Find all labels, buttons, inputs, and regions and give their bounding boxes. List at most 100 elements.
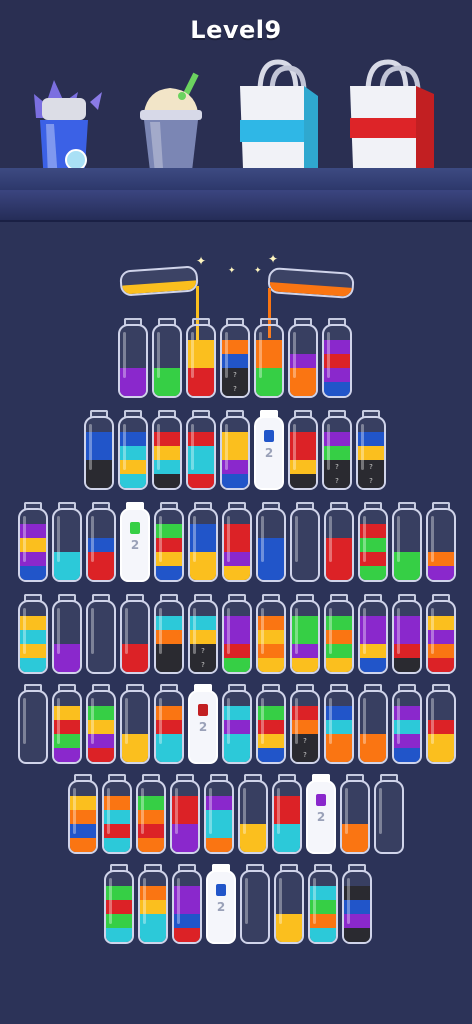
bottle[interactable]	[120, 684, 150, 764]
bottle[interactable]	[52, 594, 82, 674]
glass-shine	[157, 424, 160, 470]
liquid-layer	[20, 658, 46, 672]
bottle[interactable]	[104, 864, 134, 944]
bottle[interactable]	[170, 774, 200, 854]
bottle[interactable]	[324, 684, 354, 764]
bottle[interactable]: ??	[290, 684, 320, 764]
bottle[interactable]	[86, 502, 116, 582]
bottle[interactable]	[52, 684, 82, 764]
glass-shine	[261, 698, 264, 744]
bottle[interactable]	[18, 502, 48, 582]
locked-bottle[interactable]: 2	[120, 502, 150, 582]
liquid-layer	[174, 928, 200, 942]
glass-shine	[191, 332, 194, 378]
bottle[interactable]	[222, 684, 252, 764]
bottle[interactable]	[52, 502, 82, 582]
bottle[interactable]	[272, 774, 302, 854]
bottle[interactable]	[172, 864, 202, 944]
bottle[interactable]: ??	[188, 594, 218, 674]
glass-shine	[243, 788, 246, 834]
bottle[interactable]: ??	[322, 410, 352, 490]
bottle[interactable]	[152, 410, 182, 490]
bottle[interactable]	[86, 684, 116, 764]
bottle[interactable]	[240, 864, 270, 944]
liquid-layer	[154, 382, 180, 396]
bottle[interactable]	[152, 318, 182, 398]
bottle[interactable]	[288, 318, 318, 398]
bottle[interactable]	[358, 684, 388, 764]
bottle[interactable]	[324, 594, 354, 674]
bottle[interactable]	[256, 684, 286, 764]
bottle[interactable]	[138, 864, 168, 944]
bottle[interactable]: ??	[356, 410, 386, 490]
bottle[interactable]	[186, 410, 216, 490]
bottle[interactable]	[426, 684, 456, 764]
glass-shine	[293, 332, 296, 378]
bottle[interactable]	[18, 594, 48, 674]
bottle[interactable]	[290, 502, 320, 582]
glass-shine	[177, 878, 180, 924]
bottle[interactable]	[222, 502, 252, 582]
liquid-layer	[428, 566, 454, 580]
bottle[interactable]	[222, 594, 252, 674]
bottle[interactable]	[290, 594, 320, 674]
liquid-layer	[290, 474, 316, 488]
bottle[interactable]	[274, 864, 304, 944]
liquid-layer	[122, 658, 148, 672]
bottle[interactable]	[308, 864, 338, 944]
glass-shine	[225, 332, 228, 378]
bottle[interactable]	[84, 410, 114, 490]
bottle[interactable]	[154, 502, 184, 582]
bottle[interactable]	[340, 774, 370, 854]
bottle[interactable]	[238, 774, 268, 854]
locked-bottle[interactable]: 2	[206, 864, 236, 944]
bottle[interactable]	[86, 594, 116, 674]
mini-bottle-icon	[198, 704, 208, 716]
bottle[interactable]	[186, 318, 216, 398]
bottle[interactable]	[18, 684, 48, 764]
locked-bottle[interactable]: 2	[188, 684, 218, 764]
bottle[interactable]	[118, 410, 148, 490]
bottle[interactable]	[188, 502, 218, 582]
bottle[interactable]	[324, 502, 354, 582]
glass-shine	[295, 608, 298, 654]
bottle[interactable]	[68, 774, 98, 854]
bottle[interactable]	[102, 774, 132, 854]
bottle[interactable]	[136, 774, 166, 854]
glass-shine	[345, 788, 348, 834]
liquid-layer	[224, 566, 250, 580]
glass-shine	[57, 698, 60, 744]
liquid-layer	[224, 748, 250, 762]
bottle[interactable]	[256, 594, 286, 674]
bottle[interactable]	[392, 502, 422, 582]
bottle[interactable]	[322, 318, 352, 398]
unlock-count: 2	[264, 446, 274, 460]
liquid-layer	[54, 566, 80, 580]
bottle[interactable]	[288, 410, 318, 490]
bottle[interactable]	[118, 318, 148, 398]
bottle[interactable]: ??	[220, 318, 250, 398]
bottle[interactable]	[392, 594, 422, 674]
bottle[interactable]	[342, 864, 372, 944]
bottle[interactable]	[220, 410, 250, 490]
bottle[interactable]	[392, 684, 422, 764]
locked-bottle[interactable]: 2	[254, 410, 284, 490]
bottle[interactable]	[154, 594, 184, 674]
bottle[interactable]	[256, 502, 286, 582]
glass-shine	[277, 788, 280, 834]
bottle[interactable]	[426, 594, 456, 674]
glass-shine	[293, 424, 296, 470]
bottle[interactable]	[358, 594, 388, 674]
bottle[interactable]	[426, 502, 456, 582]
bottle[interactable]	[254, 318, 284, 398]
shelf-front	[0, 190, 472, 222]
bottle[interactable]	[120, 594, 150, 674]
bottle[interactable]	[358, 502, 388, 582]
bottle[interactable]	[374, 774, 404, 854]
glass-shine	[261, 608, 264, 654]
reward-shelf-header: Level9	[0, 0, 472, 222]
bottle[interactable]	[204, 774, 234, 854]
bottle[interactable]	[154, 684, 184, 764]
liquid-layer	[360, 658, 386, 672]
locked-bottle[interactable]: 2	[306, 774, 336, 854]
